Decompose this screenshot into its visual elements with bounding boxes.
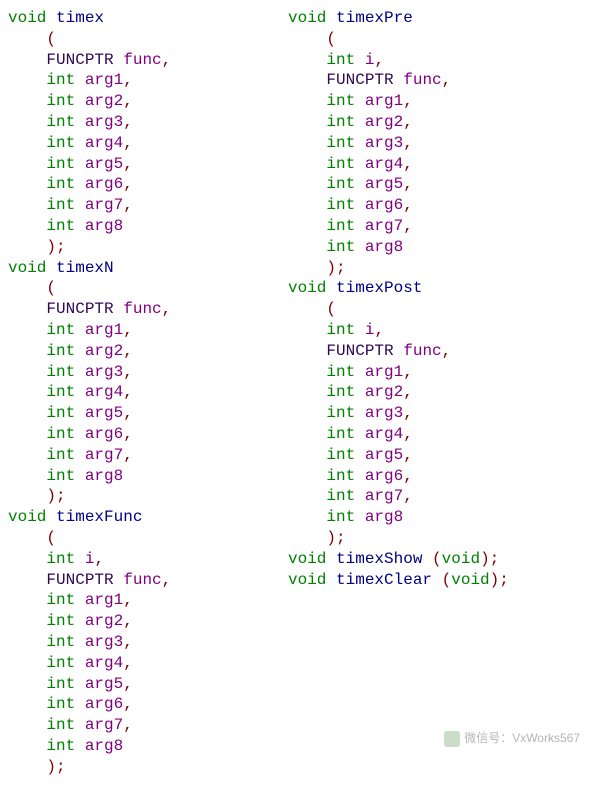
code-column-right: void timexPre ( int i, FUNCPTR func, int… [288, 8, 590, 777]
code-column-left: void timex ( FUNCPTR func, int arg1, int… [8, 8, 288, 777]
code-columns: void timex ( FUNCPTR func, int arg1, int… [8, 8, 590, 777]
watermark-logo [444, 731, 460, 747]
watermark: 微信号：VxWorks567 [444, 731, 580, 747]
watermark-text: 微信号：VxWorks567 [464, 731, 580, 747]
